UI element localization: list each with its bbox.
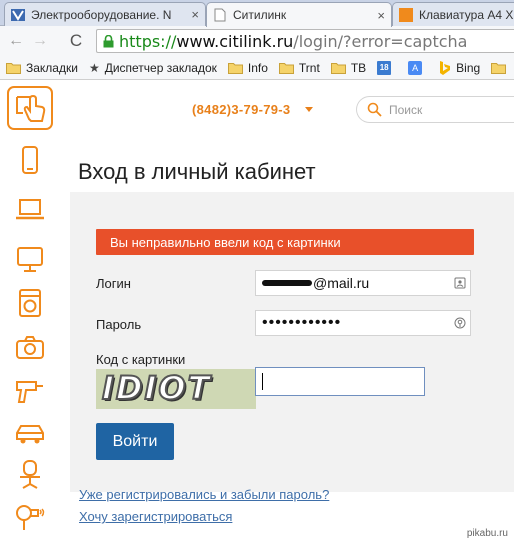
password-field[interactable]: •••••••••••• <box>255 310 471 336</box>
bookmark-label: Info <box>247 60 268 75</box>
page-favicon-icon <box>214 8 226 22</box>
search-icon <box>367 102 382 117</box>
car-icon[interactable] <box>14 417 46 449</box>
close-icon[interactable]: × <box>377 8 385 23</box>
login-field[interactable]: @mail.ru <box>255 270 471 296</box>
bookmark-label: Закладки <box>26 60 78 75</box>
captcha-text: IDIOT <box>101 369 212 408</box>
redaction-mark <box>262 280 312 286</box>
reload-button[interactable]: C <box>64 31 88 51</box>
contact-card-icon[interactable] <box>454 277 466 289</box>
bookmark-info[interactable]: Info <box>227 60 268 75</box>
bookmark-zakladki[interactable]: Закладки <box>6 61 78 75</box>
bookmarks-bar: Закладки ★ Диспетчер закладок Info Trnt … <box>0 56 514 80</box>
bookmark-label: Trnt <box>298 60 320 75</box>
bookmark-manager[interactable]: ★ Диспетчер закладок <box>89 61 217 75</box>
translate-icon: A <box>408 60 423 75</box>
password-value: •••••••••••• <box>262 314 342 331</box>
forward-button[interactable]: → <box>28 32 52 50</box>
folder-icon <box>278 62 294 74</box>
category-sidebar <box>0 81 60 543</box>
office-chair-icon[interactable] <box>14 459 46 491</box>
password-label: Пароль <box>96 317 142 332</box>
login-label: Логин <box>96 276 131 291</box>
login-button[interactable]: Войти <box>96 423 174 460</box>
star-icon: ★ <box>88 60 100 75</box>
search-input[interactable]: Поиск <box>356 96 514 123</box>
tab-title: Клавиатура A4 X <box>419 7 514 22</box>
drill-icon[interactable] <box>14 374 46 406</box>
address-bar[interactable]: https://www.citilink.ru/login/?error=cap… <box>96 29 514 53</box>
tab-citilink[interactable]: Ситилинк × <box>206 2 392 27</box>
login-value: @mail.ru <box>313 275 370 291</box>
hair-dryer-icon[interactable] <box>14 501 46 533</box>
error-message: Вы неправильно ввели код с картинки <box>96 229 474 255</box>
tab-title: Электрооборудование. N <box>31 7 172 22</box>
hand-pointer-icon[interactable] <box>7 86 53 130</box>
bookmark-label: Диспетчер закладок <box>104 60 217 75</box>
folder-icon <box>330 62 346 74</box>
search-placeholder: Поиск <box>389 102 423 117</box>
web-page: (8482)3-79-79-3 Поиск Вход в личный каби… <box>0 81 514 543</box>
text-cursor <box>262 373 263 390</box>
back-button[interactable]: ← <box>4 32 28 50</box>
browser-toolbar: ← → C https://www.citilink.ru/login/?err… <box>0 26 514 56</box>
url-path: /login/?error=captcha <box>293 31 468 51</box>
monitor-icon[interactable] <box>14 243 46 275</box>
laptop-icon[interactable] <box>14 193 46 225</box>
register-link[interactable]: Хочу зарегистрироваться <box>79 509 232 524</box>
bookmark-label: ТВ <box>350 60 367 75</box>
close-icon[interactable]: × <box>191 7 199 22</box>
captcha-label: Код с картинки <box>96 352 186 367</box>
site-favicon-icon <box>399 7 413 22</box>
captcha-image: IDIOT <box>96 369 256 409</box>
tab-electro[interactable]: Электрооборудование. N × <box>4 2 206 26</box>
bookmark-trnt[interactable]: Trnt <box>278 60 320 75</box>
tab-keyboard[interactable]: Клавиатура A4 X <box>392 2 514 26</box>
bookmark-bing[interactable]: Bing <box>439 60 481 75</box>
tab-strip: Электрооборудование. N × Ситилинк × Клав… <box>0 0 514 27</box>
page-title: Вход в личный кабинет <box>78 159 316 184</box>
site-favicon-icon <box>11 8 25 21</box>
phone-number[interactable]: (8482)3-79-79-3 <box>192 102 290 117</box>
washing-machine-icon[interactable] <box>14 287 46 319</box>
tab-title: Ситилинк <box>233 8 287 22</box>
folder-icon <box>227 62 243 74</box>
key-icon[interactable] <box>454 317 466 329</box>
lock-icon <box>103 34 114 47</box>
bookmark-label: Bing <box>456 60 481 75</box>
site-header: (8482)3-79-79-3 Поиск <box>60 81 514 136</box>
url-host: www.citilink.ru <box>176 31 294 51</box>
folder-icon <box>6 62 21 74</box>
url-scheme: https:// <box>119 31 177 51</box>
bing-icon <box>440 60 451 75</box>
camera-icon[interactable] <box>14 332 46 364</box>
watermark: pikabu.ru <box>466 528 508 539</box>
calendar-icon: 18 <box>377 60 392 75</box>
smartphone-icon[interactable] <box>14 144 46 176</box>
bookmark-calendar[interactable]: 18 <box>377 60 397 75</box>
captcha-field[interactable] <box>255 367 425 396</box>
forgot-password-link[interactable]: Уже регистрировались и забыли пароль? <box>79 487 329 502</box>
folder-icon <box>491 62 507 74</box>
bookmark-folder[interactable] <box>491 62 511 74</box>
bookmark-translate[interactable]: A <box>408 60 428 75</box>
chevron-down-icon[interactable] <box>305 107 313 112</box>
bookmark-tv[interactable]: ТВ <box>330 60 367 75</box>
login-form: Вы неправильно ввели код с картинки Логи… <box>70 192 514 492</box>
